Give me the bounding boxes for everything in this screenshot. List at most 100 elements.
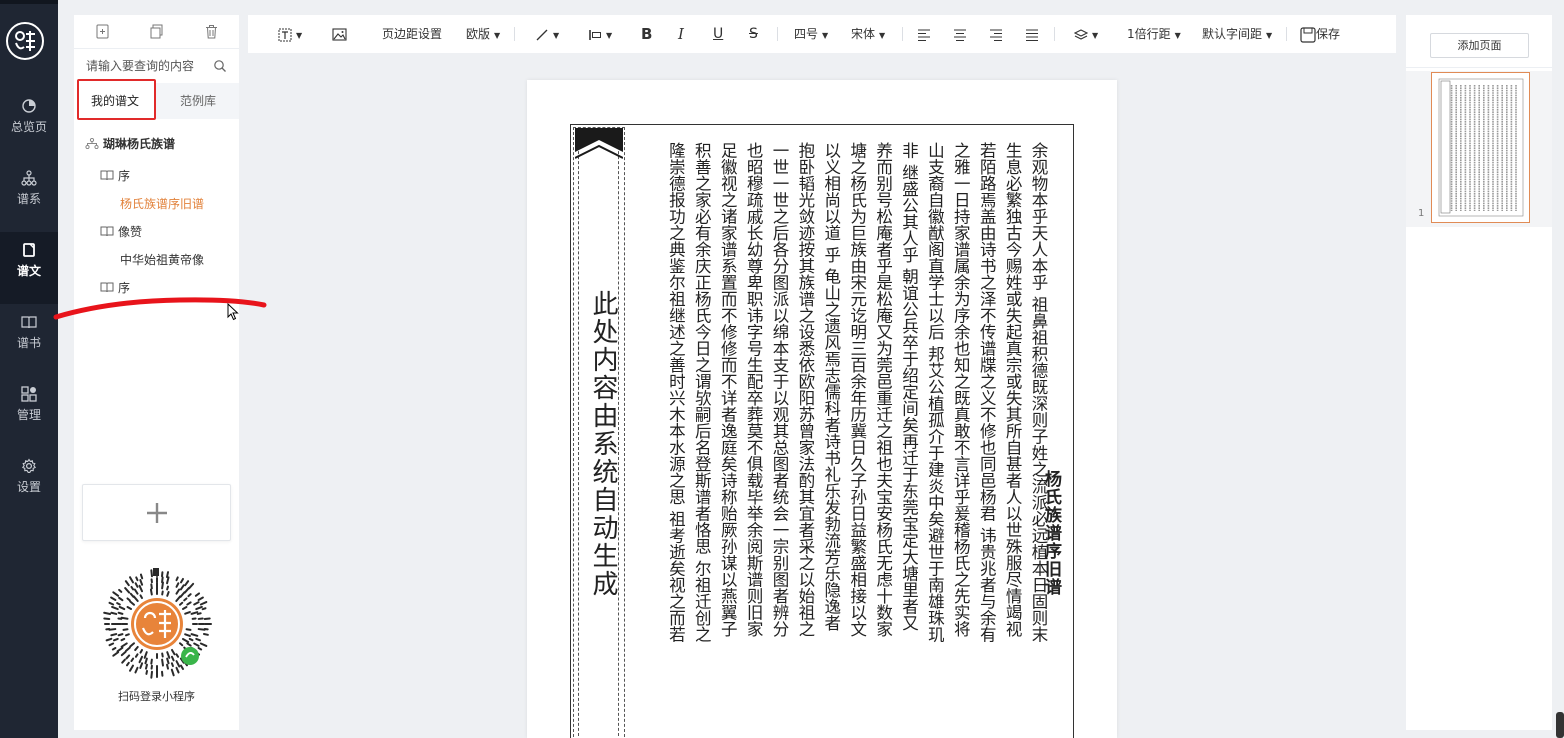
tab-example-library[interactable]: 范例库 bbox=[157, 83, 239, 119]
search-input[interactable] bbox=[86, 57, 212, 75]
italic-button[interactable]: I bbox=[678, 15, 684, 53]
document-column: 抱卧韬光敛迹按其族谱之设悉依欧阳苏曾家法酌其宜者采之以始祖之 bbox=[795, 142, 815, 637]
align-center-button[interactable] bbox=[953, 15, 967, 53]
nav-item-label: 谱书 bbox=[16, 336, 41, 350]
insert-image-button[interactable] bbox=[332, 15, 347, 53]
nav-item-label: 管理 bbox=[16, 408, 41, 422]
book-icon bbox=[100, 282, 114, 293]
line-spacing-dropdown[interactable]: 1倍行距 ▼ bbox=[1127, 15, 1181, 53]
tree-item-section[interactable]: 序 bbox=[100, 167, 130, 184]
document-column: 养而别号松庵者乎是松庵又为莞邑重迁之祖也夫宝安杨氏无虑十数家 bbox=[873, 142, 893, 637]
nav-item-label: 设置 bbox=[16, 480, 41, 494]
border-left-icon bbox=[589, 29, 601, 40]
save-button[interactable]: 保存 bbox=[1300, 15, 1340, 53]
tree-item-doc-selected[interactable]: 杨氏族谱序旧谱 bbox=[120, 195, 204, 212]
book-icon bbox=[21, 316, 37, 329]
add-page-button[interactable]: 添加页面 bbox=[1430, 33, 1529, 58]
caret-down-icon: ▼ bbox=[822, 31, 829, 40]
toolbar-divider bbox=[514, 27, 515, 41]
copy-icon[interactable] bbox=[149, 24, 164, 39]
book-icon bbox=[100, 170, 114, 181]
layer-dropdown[interactable]: ▼ bbox=[1073, 15, 1098, 53]
caret-down-icon: ▼ bbox=[553, 31, 560, 40]
image-icon bbox=[332, 28, 347, 41]
caret-down-icon: ▼ bbox=[1266, 31, 1273, 40]
toolbar-divider bbox=[1054, 27, 1055, 41]
document-column: 以义相尚以道 乎 龟山之遗风焉志儒科者诗书礼乐发勃流芳乐隐逸者 bbox=[821, 142, 841, 631]
mini-program-qr-code[interactable] bbox=[101, 568, 213, 680]
page-thumbnail[interactable] bbox=[1431, 72, 1530, 223]
document-column: 也昭穆疏戚长幼尊卑职讳字号生配卒葬莫不俱载毕举余阅斯谱则旧家 bbox=[744, 142, 764, 637]
toolbar-divider bbox=[777, 27, 778, 41]
caret-down-icon: ▼ bbox=[494, 31, 501, 40]
align-right-button[interactable] bbox=[989, 15, 1003, 53]
document-icon bbox=[23, 243, 35, 257]
layers-icon bbox=[1073, 28, 1089, 40]
tree-item-label: 序 bbox=[118, 281, 131, 295]
document-column: 若陌路焉盖由诗书之泽不传谱牒之义不修也同邑杨君 讳贵兆者与余有 bbox=[977, 142, 997, 643]
align-justify-button[interactable] bbox=[1025, 15, 1039, 53]
line-icon bbox=[536, 29, 548, 40]
underline-button[interactable]: U bbox=[713, 15, 723, 53]
font-size-value: 四号 bbox=[794, 27, 819, 41]
book-icon bbox=[100, 226, 114, 237]
search-icon[interactable] bbox=[213, 59, 227, 73]
document-column: 山支裔自徽猷阁直学士以后 邦艾公植孤介于建炎中矣避世于南雄珠玑 bbox=[925, 142, 945, 643]
page-margin-button[interactable]: 页边距设置 bbox=[382, 15, 442, 53]
toolbar-divider bbox=[1286, 27, 1287, 41]
align-right-icon bbox=[990, 28, 1002, 41]
hierarchy-icon bbox=[85, 138, 99, 149]
document-column: 生息必繁独古今赐姓或失起真宗或失其所自甚者人以世殊服尽情竭视 bbox=[1003, 142, 1023, 637]
tree-item-section[interactable]: 像赞 bbox=[100, 223, 142, 240]
nav-item-label: 总览页 bbox=[10, 120, 47, 134]
add-file-icon[interactable] bbox=[95, 24, 110, 39]
window-scrollbar[interactable] bbox=[1556, 712, 1564, 738]
nav-item-lineage[interactable]: 谱系 bbox=[0, 160, 58, 232]
document-column: 隆崇德报功之典鉴尔祖继述之善时兴木本水源之思 祖考逝矣视之而若 bbox=[666, 142, 686, 643]
caret-down-icon: ▼ bbox=[296, 31, 303, 40]
document-body: 余观物本乎天人本乎 祖鼻祖积德既深则子姓之流派必远植本日固则末 生息必繁独古今赐姓… bbox=[635, 142, 1048, 738]
letter-spacing-dropdown[interactable]: 默认字间距 ▼ bbox=[1202, 15, 1272, 53]
save-label: 保存 bbox=[1316, 27, 1341, 41]
layout-dropdown[interactable]: 欧版 ▼ bbox=[466, 15, 500, 53]
align-left-button[interactable] bbox=[917, 15, 931, 53]
main-nav: 总览页 谱系 谱文 谱书 管理 设置 bbox=[0, 0, 58, 738]
nav-item-texts[interactable]: 谱文 bbox=[0, 232, 58, 304]
nav-item-label: 谱文 bbox=[16, 264, 41, 278]
trash-icon[interactable] bbox=[204, 24, 219, 39]
font-size-dropdown[interactable]: 四号 ▼ bbox=[794, 15, 828, 53]
align-left-icon bbox=[918, 28, 930, 41]
document-page[interactable]: 此处内容由系统自动生成 余观物本乎天人本乎 祖鼻祖积德既深则子姓之流派必远植本日… bbox=[527, 80, 1117, 738]
bold-button[interactable]: B bbox=[641, 15, 652, 53]
tree-item-section[interactable]: 序 bbox=[100, 279, 130, 296]
layout-value: 欧版 bbox=[466, 27, 491, 41]
strikethrough-button[interactable]: S bbox=[749, 15, 758, 53]
gear-icon bbox=[21, 458, 37, 473]
nav-item-manage[interactable]: 管理 bbox=[0, 376, 58, 448]
app-logo[interactable] bbox=[6, 22, 44, 60]
tree-item-doc[interactable]: 中华始祖黄帝像 bbox=[120, 251, 204, 268]
document-column: 积善之家必有余庆正杨氏今日之谓欤嗣后名登斯谱者恪思 尔祖迁创之 bbox=[692, 142, 712, 643]
panel-divider bbox=[1406, 67, 1552, 68]
letter-spacing-value: 默认字间距 bbox=[1202, 27, 1263, 41]
auto-generated-banner: 此处内容由系统自动生成 bbox=[588, 290, 618, 598]
text-box-dropdown[interactable]: ▼ bbox=[278, 15, 302, 53]
nav-item-settings[interactable]: 设置 bbox=[0, 448, 58, 520]
document-column: 塘之杨氏为巨族由宋元讫明三百余年历冀日久子孙日益繁盛相接以文 bbox=[847, 142, 867, 637]
line-spacing-value: 1倍行距 bbox=[1127, 27, 1171, 41]
font-family-dropdown[interactable]: 宋体 ▼ bbox=[851, 15, 885, 53]
add-document-button[interactable] bbox=[82, 484, 231, 541]
nav-item-overview[interactable]: 总览页 bbox=[0, 88, 58, 160]
banner-chevron-icon bbox=[575, 128, 623, 159]
toolbar-divider bbox=[902, 27, 903, 41]
text-box-icon bbox=[278, 28, 292, 41]
line-dropdown[interactable]: ▼ bbox=[535, 15, 559, 53]
qr-caption: 扫码登录小程序 bbox=[118, 690, 195, 703]
border-dropdown[interactable]: ▼ bbox=[588, 15, 612, 53]
tree-item-label: 像赞 bbox=[118, 225, 143, 239]
thumbnail-page-number: 1 bbox=[1418, 208, 1425, 219]
grid-icon bbox=[21, 386, 37, 402]
tree-root[interactable]: 瑚琳杨氏族谱 bbox=[85, 135, 175, 152]
editor-toolbar: ▼ 页边距设置 欧版 ▼ ▼ ▼ B I U S 四号 ▼ 宋体 ▼ ▼ 1倍行… bbox=[248, 15, 1396, 53]
qr-center-logo bbox=[131, 598, 183, 650]
